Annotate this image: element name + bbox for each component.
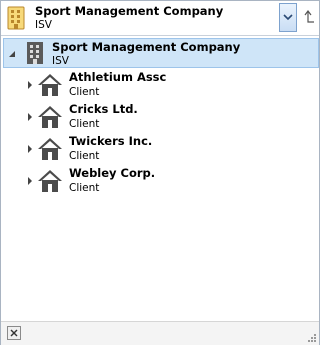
expand-icon[interactable] [26,113,34,121]
client-name: Webley Corp. [69,166,156,180]
tree-node-client[interactable]: Athletium Assc Client [1,69,319,101]
tree-root-node[interactable]: Sport Management Company ISV [3,38,319,68]
selected-organization-type: ISV [35,19,52,31]
client-type: Client [69,150,100,162]
client-name: Cricks Ltd. [69,102,138,116]
client-name: Athletium Assc [69,70,167,84]
tree-node-client[interactable]: Webley Corp. Client [1,165,319,197]
close-icon [10,329,18,337]
organization-tree: Sport Management Company ISV Athletium A… [1,36,319,320]
tree-node-client[interactable]: Cricks Ltd. Client [1,101,319,133]
expand-icon[interactable] [26,145,34,153]
client-name: Twickers Inc. [69,134,153,148]
expand-icon[interactable] [26,177,34,185]
organization-selector[interactable]: Sport Management Company ISV [1,1,319,36]
house-icon [38,74,62,96]
house-icon [38,106,62,128]
expand-icon[interactable] [26,81,34,89]
client-type: Client [69,86,100,98]
selected-organization-name: Sport Management Company [35,4,224,18]
dropdown-button[interactable] [279,3,297,32]
office-building-icon [27,42,43,64]
level-up-icon [304,10,314,23]
close-button[interactable] [7,326,21,340]
house-icon [38,138,62,160]
house-icon [38,170,62,192]
client-type: Client [69,182,100,194]
resize-grip-icon[interactable] [307,333,317,343]
tree-root-type: ISV [52,55,69,67]
org-picker-panel: Sport Management Company ISV Sport Manag… [0,0,320,345]
collapse-icon[interactable] [8,50,16,58]
navigate-up-button[interactable] [299,3,318,32]
chevron-down-icon [283,14,293,21]
tree-node-client[interactable]: Twickers Inc. Client [1,133,319,165]
tree-root-label: Sport Management Company [52,40,241,54]
building-icon [7,6,25,30]
client-type: Client [69,118,100,130]
footer-bar [1,321,319,345]
